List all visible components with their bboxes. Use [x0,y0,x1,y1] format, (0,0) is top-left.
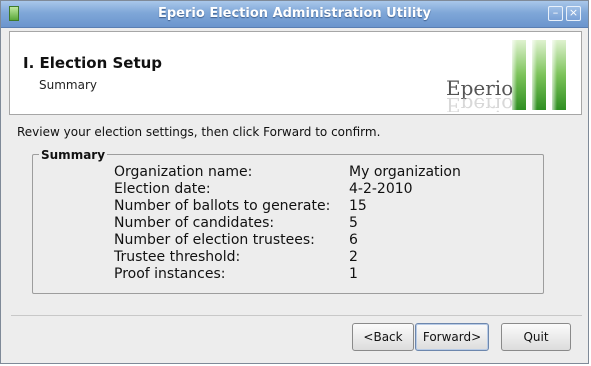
summary-group-label: Summary [39,148,108,162]
close-button[interactable]: × [566,6,581,21]
title-bar[interactable]: Eperio Election Administration Utility –… [1,1,588,28]
summary-value-trustees: 6 [349,232,358,248]
instruction-text: Review your election settings, then clic… [17,125,381,139]
button-separator [11,315,582,316]
wizard-header: I. Election Setup Summary Eperio Eperio [9,31,582,115]
summary-label-organization: Organization name: [114,164,253,180]
brand-name: Eperio [446,76,514,100]
window-title: Eperio Election Administration Utility [158,6,431,21]
step-title: I. Election Setup [23,54,163,72]
eperio-logo-icon [512,40,566,110]
summary-value-ballots: 15 [349,198,367,214]
minimize-button[interactable]: – [548,6,563,21]
summary-label-ballots: Number of ballots to generate: [114,198,331,214]
app-window: Eperio Election Administration Utility –… [0,0,589,364]
brand-reflection: Eperio [446,98,514,112]
summary-value-election-date: 4-2-2010 [349,181,413,197]
summary-value-candidates: 5 [349,215,358,231]
summary-label-threshold: Trustee threshold: [114,249,241,265]
forward-button[interactable]: Forward> [415,323,489,351]
summary-value-proof-instances: 1 [349,266,358,282]
step-subtitle: Summary [39,78,97,92]
back-button[interactable]: <Back [352,323,414,351]
summary-label-candidates: Number of candidates: [114,215,275,231]
summary-label-proof-instances: Proof instances: [114,266,226,282]
summary-value-organization: My organization [349,164,461,180]
summary-label-election-date: Election date: [114,181,211,197]
summary-value-threshold: 2 [349,249,358,265]
quit-button[interactable]: Quit [501,323,571,351]
summary-groupbox [32,154,544,294]
summary-label-trustees: Number of election trustees: [114,232,315,248]
summary-panel: Review your election settings, then clic… [13,119,579,312]
